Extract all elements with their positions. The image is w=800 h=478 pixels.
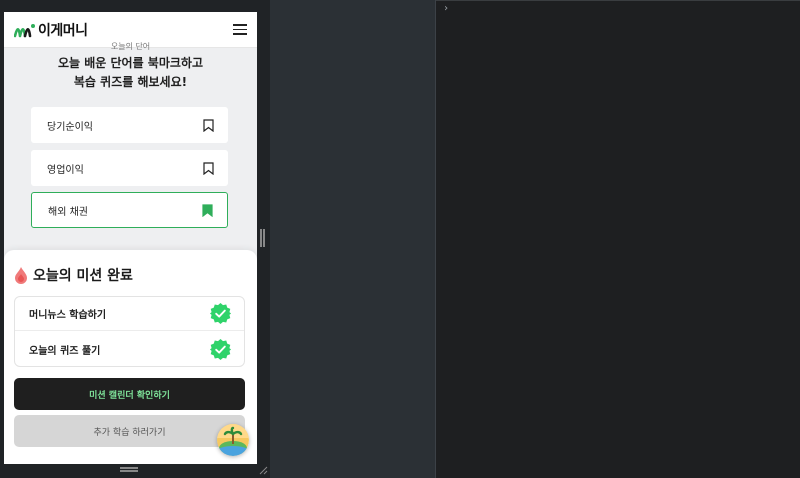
mission-label: 머니뉴스 학습하기 [29,310,107,321]
sheet-title-text: 오늘의 미션 완료 [33,268,133,284]
console-panel[interactable]: › [436,0,800,478]
corner-resize-icon[interactable] [258,465,268,475]
brand-logo[interactable]: 이게머니 [14,20,88,40]
island-character-icon [217,424,249,456]
bookmark-outline-icon[interactable] [203,161,214,175]
fire-icon [15,267,27,284]
mission-item: 오늘의 퀴즈 풀기 [15,332,244,366]
logo-mark-icon [14,24,35,38]
horizontal-resize-handle[interactable] [120,467,138,473]
mission-label: 오늘의 퀴즈 풀기 [29,345,101,357]
phone-screen: 이게머니 오늘의 단어 오늘 배운 단어를 북마크하고 복습 퀴즈를 해보세요!… [4,12,257,464]
vertical-resize-handle[interactable] [260,229,266,247]
console-prompt[interactable]: › [443,3,449,14]
word-label: 영업이익 [47,164,84,176]
word-item-2[interactable]: 영업이익 [31,150,228,186]
mission-calendar-button[interactable]: 미션 캘린더 확인하기 [14,378,245,410]
console-separator [436,0,800,1]
extra-study-button[interactable]: 추가 학습 하러가기 [14,415,245,447]
page-headline: 오늘 배운 단어를 북마크하고 복습 퀴즈를 해보세요! [4,54,257,92]
headline-line-1: 오늘 배운 단어를 북마크하고 [57,56,203,70]
sheet-title: 오늘의 미션 완료 [14,265,133,285]
word-label: 당기순이익 [47,121,93,133]
bookmark-filled-icon[interactable] [202,203,213,217]
word-label: 해외 채권 [48,206,88,218]
word-item-1[interactable]: 당기순이익 [31,107,228,143]
device-preview: 이게머니 오늘의 단어 오늘 배운 단어를 북마크하고 복습 퀴즈를 해보세요!… [0,0,270,478]
floating-character-button[interactable] [217,424,249,456]
mission-list: 머니뉴스 학습하기 오늘의 퀴즈 풀기 [14,296,245,367]
brand-name: 이게머니 [38,23,88,39]
workspace-panel [270,0,436,478]
hamburger-menu-icon[interactable] [233,24,247,35]
section-label: 오늘의 단어 [110,42,151,51]
bookmark-outline-icon[interactable] [203,118,214,132]
headline-line-2: 복습 퀴즈를 해보세요! [73,75,188,89]
check-badge-icon [209,302,232,325]
mission-bottom-sheet: 오늘의 미션 완료 머니뉴스 학습하기 오늘의 퀴즈 풀기 미션 캘린더 확인하… [4,250,257,464]
word-item-3[interactable]: 해외 채권 [31,192,228,228]
check-badge-icon [209,338,232,360]
mission-item: 머니뉴스 학습하기 [15,297,244,331]
